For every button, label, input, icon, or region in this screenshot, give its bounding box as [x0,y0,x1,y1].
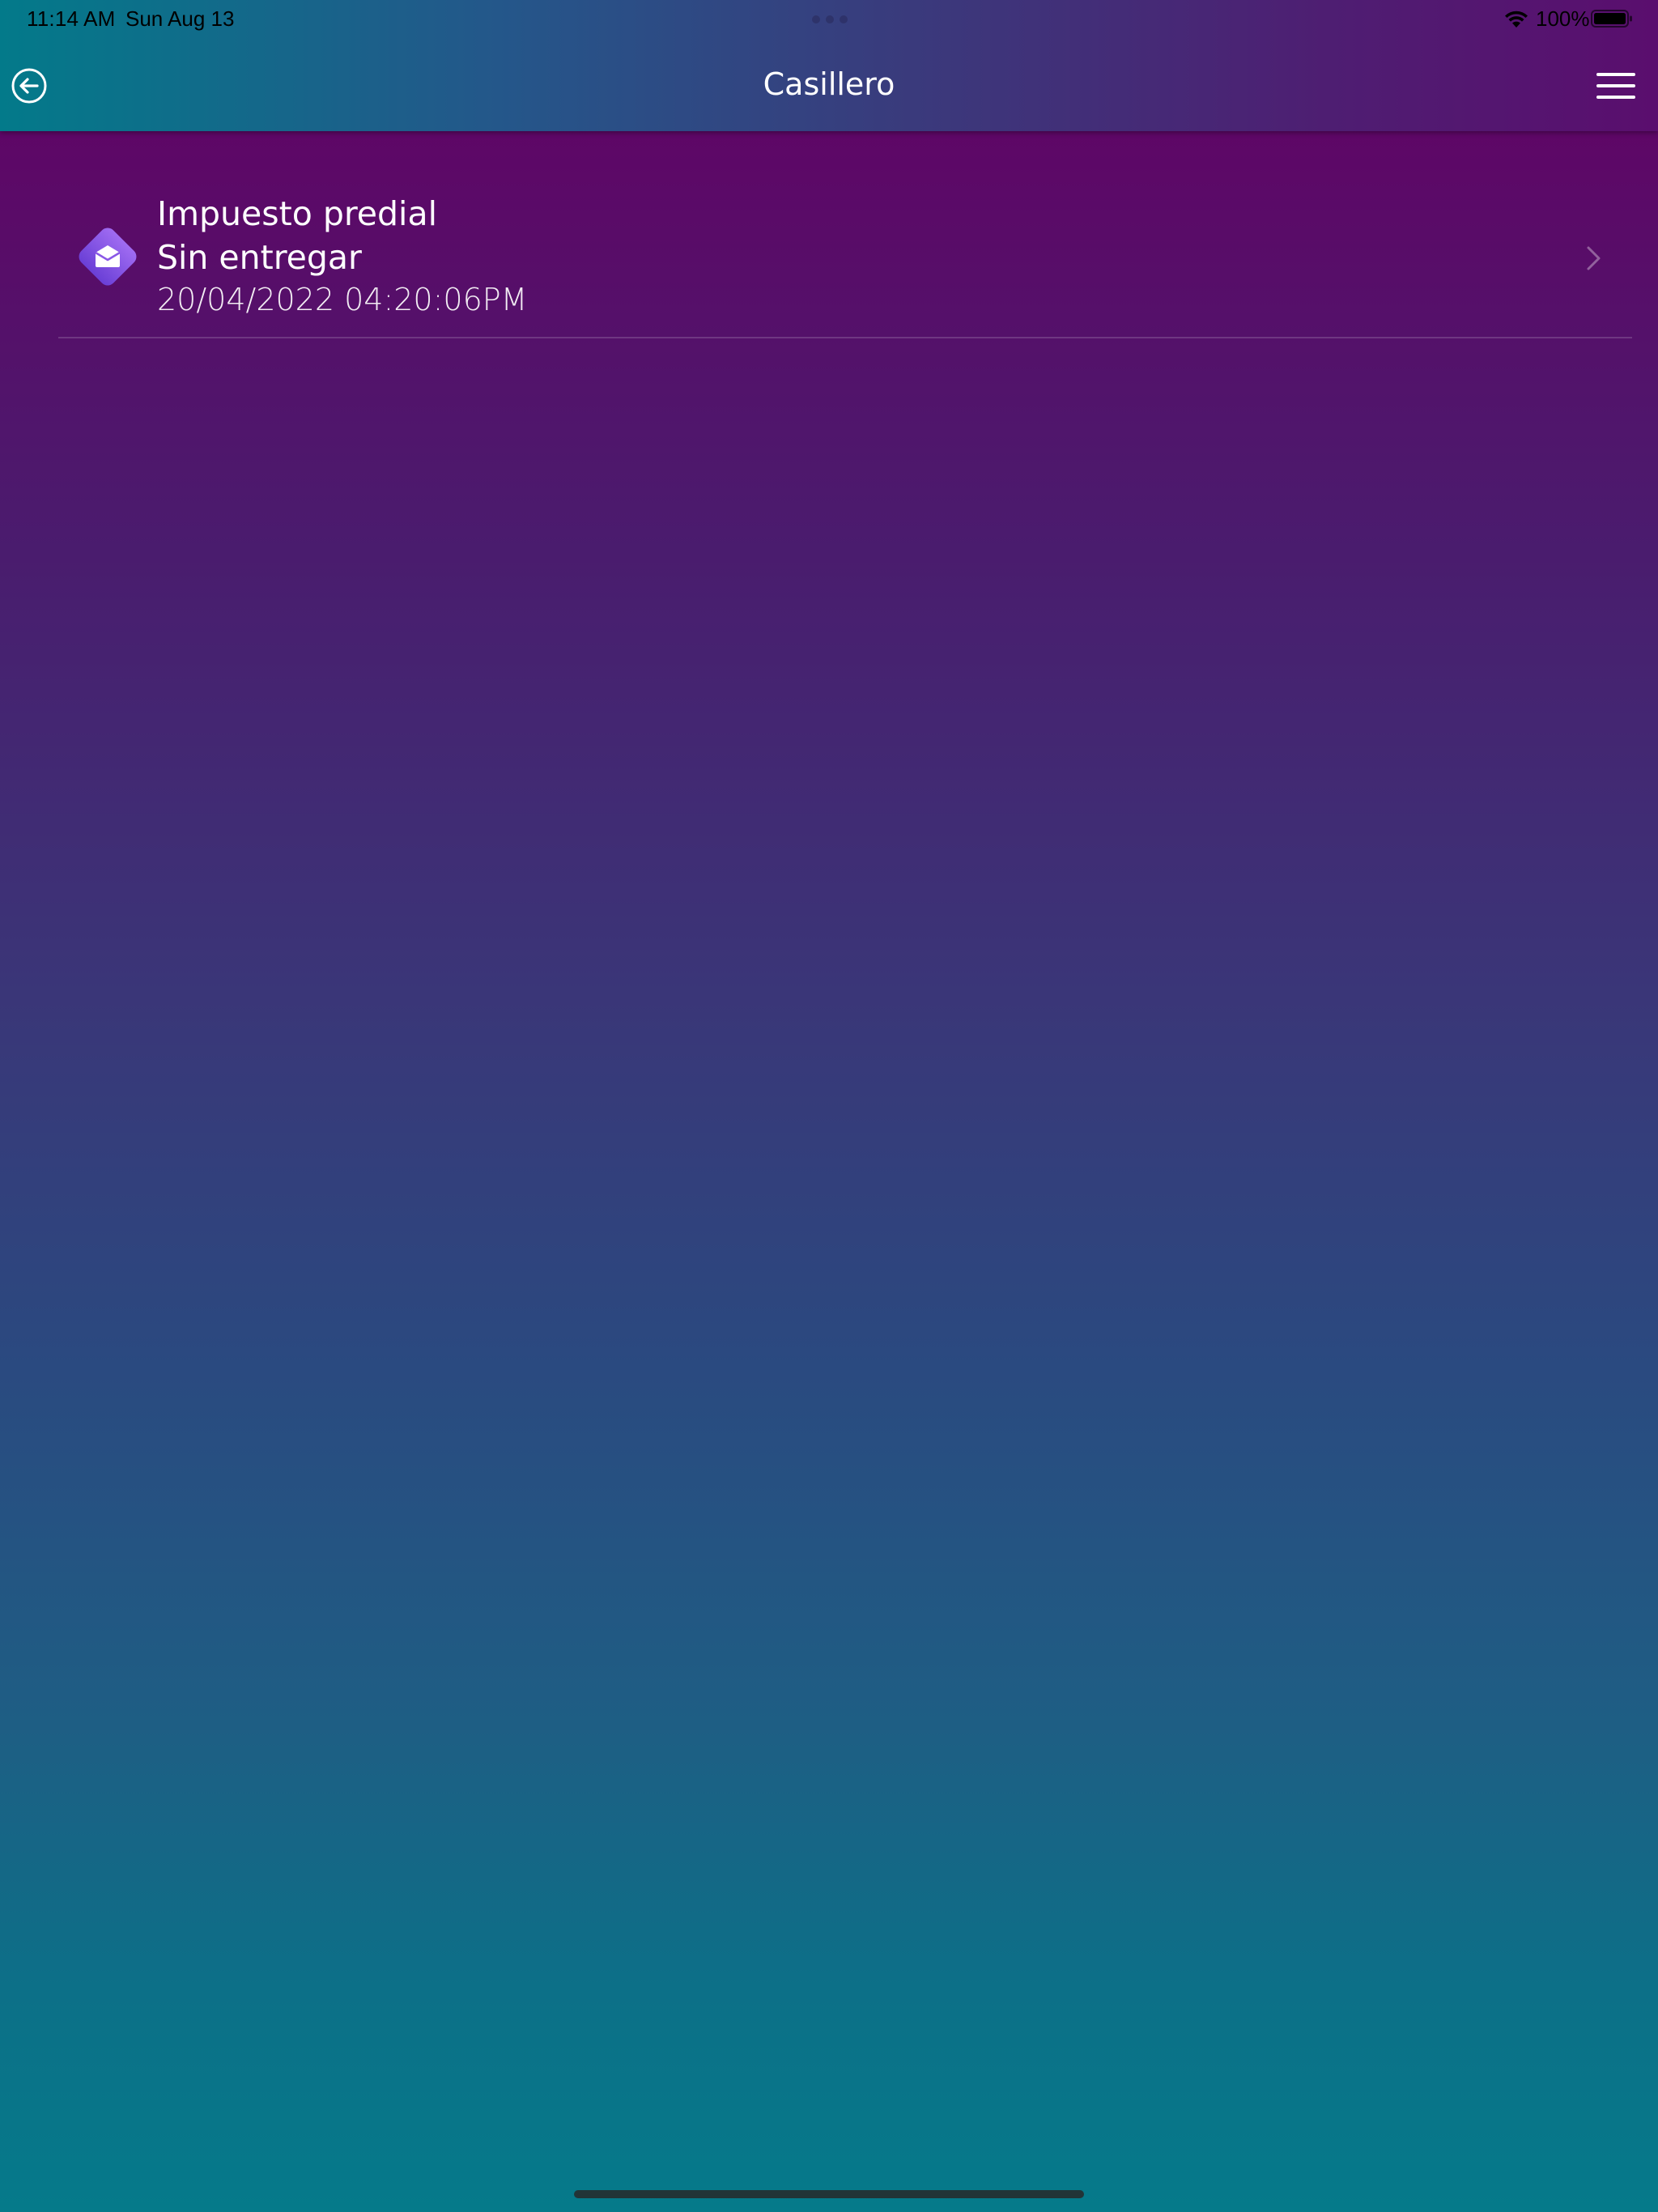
menu-button[interactable] [1596,73,1639,102]
item-datetime: 20/04/2022 04:20:06PM [157,282,528,317]
battery-icon [1591,10,1632,28]
top-bar: 11:14 AM Sun Aug 13 100% Casillero [0,0,1658,131]
battery-percent: 100% [1536,6,1590,31]
wifi-icon [1505,11,1528,28]
status-time: 11:14 AM [27,6,116,31]
page-title: Casillero [763,66,895,102]
open-envelope-icon [79,228,137,286]
status-date: Sun Aug 13 [125,6,235,31]
home-indicator[interactable] [574,2190,1084,2198]
list-item[interactable]: Impuesto predial Sin entregar 20/04/2022… [58,178,1632,338]
chevron-right-icon [1587,246,1601,270]
item-status: Sin entregar [157,238,362,277]
back-button[interactable] [11,67,48,104]
hamburger-menu-icon [1596,73,1635,76]
item-title: Impuesto predial [157,194,437,233]
multitasking-dots-icon[interactable] [812,15,848,23]
